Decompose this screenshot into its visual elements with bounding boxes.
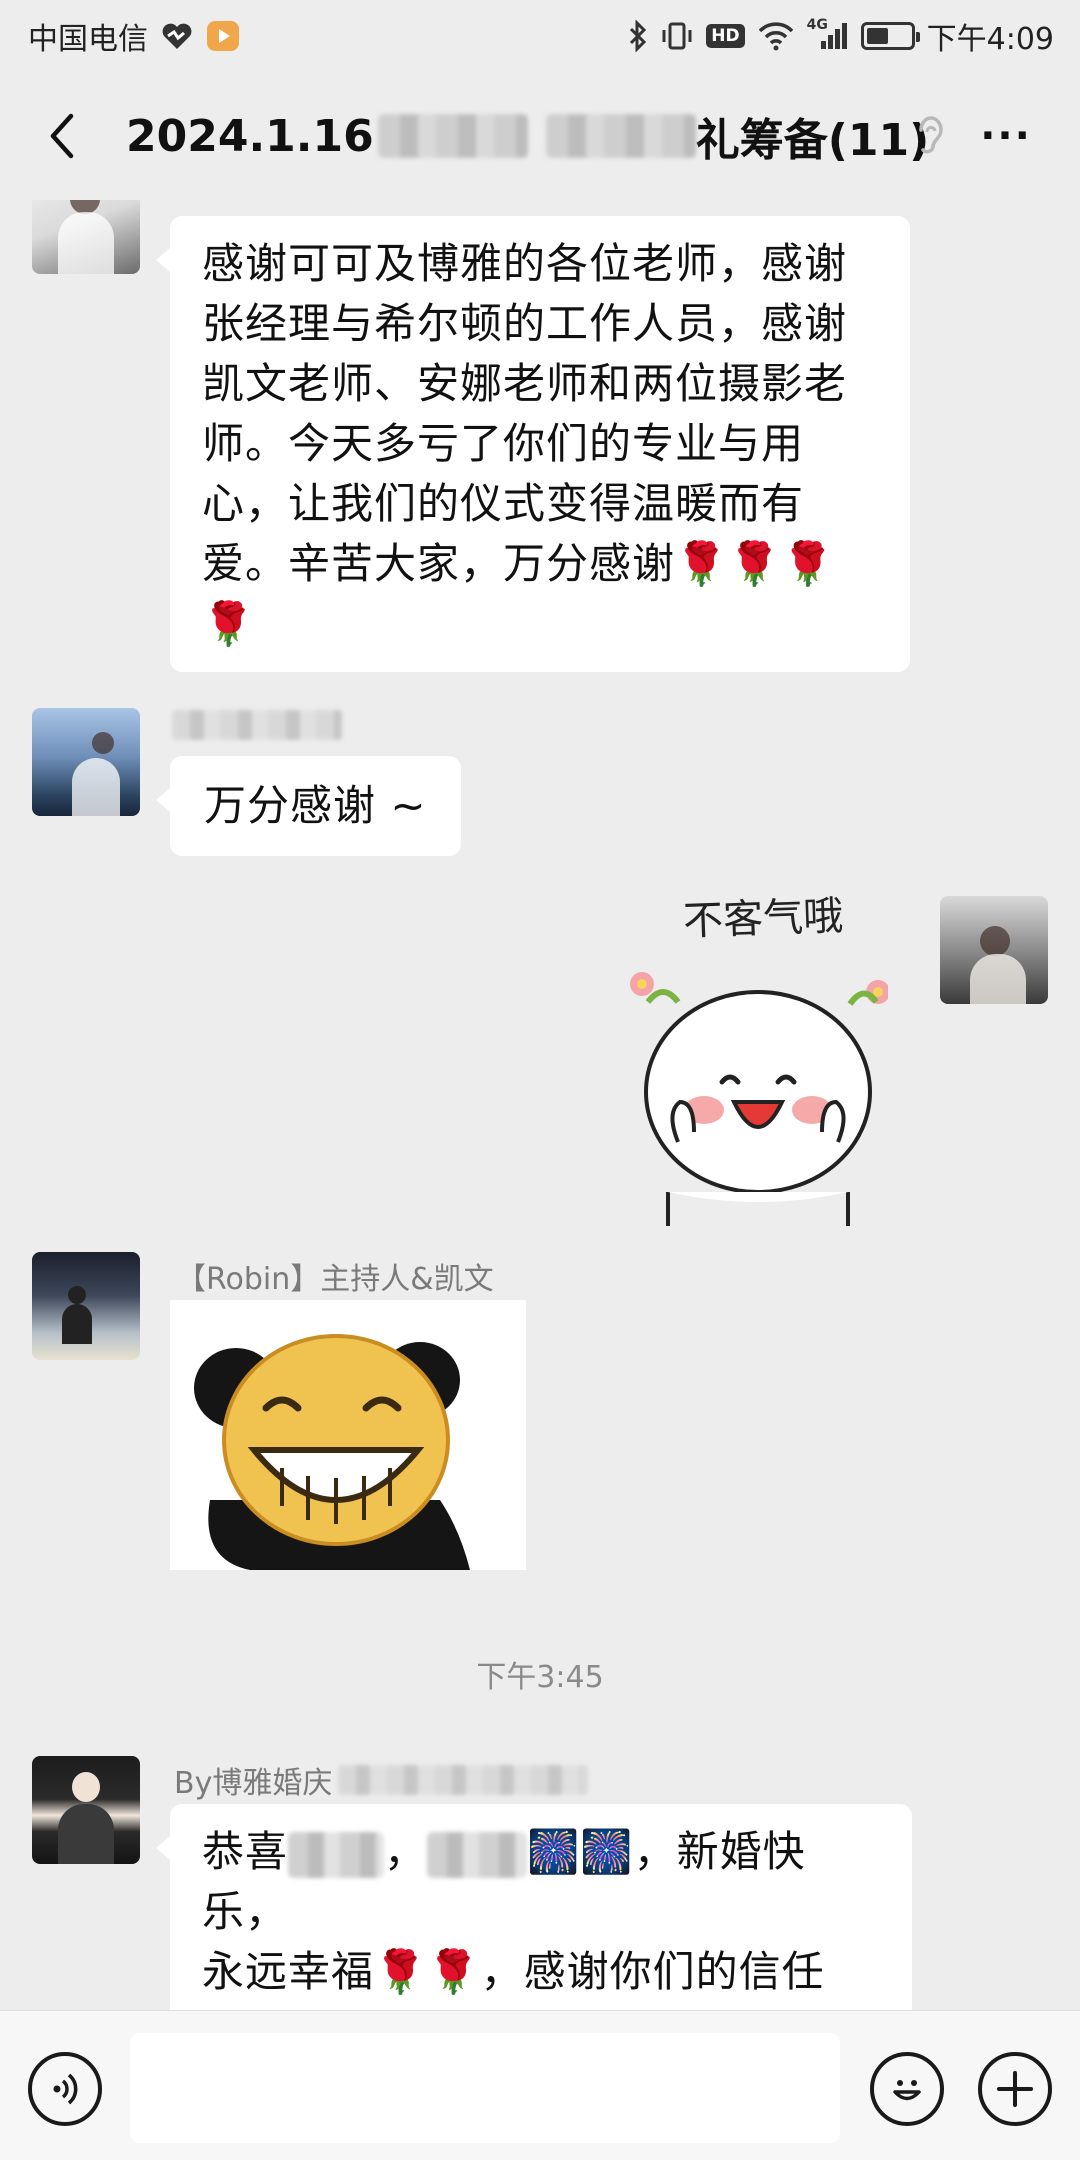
emoji-icon <box>893 2080 921 2101</box>
sticker-laughing-face[interactable] <box>170 1300 526 1570</box>
plus-icon <box>997 2071 1033 2107</box>
status-bar: 中国电信 HD 4G 下午4:09 <box>0 0 1080 72</box>
input-bar <box>0 2010 1080 2160</box>
wifi-icon <box>757 21 795 51</box>
emoji-button[interactable] <box>870 2052 944 2126</box>
message-bubble[interactable]: 恭喜，🎆🎆，新婚快乐， 永远幸福🌹🌹，感谢你们的信任 🙏🙏 <box>156 1804 912 2010</box>
avatar[interactable] <box>32 200 140 274</box>
message-bubble[interactable]: 万分感谢 ~ <box>156 756 461 856</box>
more-functions-button[interactable] <box>978 2052 1052 2126</box>
my-avatar[interactable] <box>940 896 1048 1004</box>
sender-name: By博雅婚庆 <box>174 1758 589 1802</box>
video-app-icon <box>206 20 240 52</box>
vibrate-icon <box>660 21 694 51</box>
redacted-sender-name <box>172 710 342 740</box>
battery-icon <box>860 22 920 50</box>
message-line: 恭喜， 🎆🎆，新婚快乐， <box>202 1827 806 1936</box>
avatar-figure-dress <box>58 212 114 274</box>
message-fragment: 恭喜 <box>202 1827 289 1876</box>
avatar-figure <box>68 1286 86 1304</box>
back-button[interactable] <box>30 104 94 168</box>
message-line: 凯文老师、安娜老师和两位摄影老 <box>202 359 848 408</box>
sticker-thank-you-welcome[interactable]: 不客气哦 <box>618 886 888 1226</box>
sender-name-text: By博雅婚庆 <box>174 1766 333 1801</box>
status-bar-right: HD 4G 下午4:09 <box>628 14 1054 58</box>
chat-title-prefix: 2024.1.16 <box>126 110 374 162</box>
message-line: 感谢可可及博雅的各位老师，感谢 <box>202 239 848 288</box>
clock: 下午4:09 <box>926 22 1054 57</box>
message-line: 张经理与希尔顿的工作人员，感谢 <box>202 299 848 348</box>
redacted-sender-name <box>338 1765 589 1795</box>
redacted-title-part <box>377 114 528 158</box>
message-line: 爱。辛苦大家，万分感谢🌹🌹🌹 <box>202 539 835 588</box>
laughing-face-icon <box>194 1334 471 1570</box>
chat-title-suffix: 礼筹备(11) <box>695 115 930 166</box>
avatar[interactable] <box>32 1756 140 1864</box>
avatar-figure <box>72 1772 100 1802</box>
battery-level <box>866 28 888 44</box>
more-options-button[interactable]: ··· <box>976 106 1036 166</box>
sender-name: 【Robin】主持人&凯文 <box>176 1254 494 1298</box>
network-type-label: 4G <box>806 17 828 33</box>
chat-title[interactable]: 2024.1.16 礼筹备(11) <box>126 104 929 168</box>
avatar-figure-dress <box>970 954 1026 1004</box>
redacted-name <box>427 1831 528 1878</box>
voice-input-button[interactable] <box>28 2052 102 2126</box>
earpiece-mode-button[interactable] <box>905 108 955 164</box>
avatar-figure <box>92 732 114 754</box>
sender-name <box>172 710 342 740</box>
message-input[interactable] <box>130 2033 840 2143</box>
avatar[interactable] <box>32 708 140 816</box>
message-line: 师。今天多亏了你们的专业与用 <box>202 419 805 468</box>
more-icon: ··· <box>980 113 1032 159</box>
hd-badge: HD <box>706 24 745 48</box>
message-text: 万分感谢 ~ <box>204 781 427 830</box>
sender-name-text: 【Robin】主持人&凯文 <box>176 1262 494 1297</box>
fireworks-emoji: 🎆🎆 <box>527 1827 634 1876</box>
avatar-figure <box>980 926 1010 956</box>
message-line: 🙏🙏 <box>202 2002 882 2010</box>
ear-icon <box>919 116 943 154</box>
cellular-signal-icon: 4G <box>807 17 849 51</box>
redacted-title-part <box>545 114 696 158</box>
heart-icon <box>160 21 194 51</box>
bluetooth-icon <box>628 20 648 52</box>
voice-icon <box>53 2073 78 2105</box>
smiling-bun-icon <box>630 972 888 1226</box>
redacted-name <box>288 1831 385 1878</box>
chevron-left-icon <box>50 113 74 159</box>
message-list[interactable]: 感谢可可及博雅的各位老师，感谢 张经理与希尔顿的工作人员，感谢 凯文老师、安娜老… <box>0 200 1080 2010</box>
message-bubble[interactable]: 感谢可可及博雅的各位老师，感谢 张经理与希尔顿的工作人员，感谢 凯文老师、安娜老… <box>156 216 910 672</box>
avatar-figure-suit <box>62 1304 92 1344</box>
avatar-figure-coat <box>58 1804 114 1864</box>
chat-header: 2024.1.16 礼筹备(11) ··· <box>0 72 1080 200</box>
message-line: 永远幸福🌹🌹，感谢你们的信任 <box>202 1947 825 1996</box>
message-timestamp: 下午3:45 <box>476 1660 604 1695</box>
avatar[interactable] <box>32 1252 140 1360</box>
message-line: 心，让我们的仪式变得温暖而有 <box>202 479 805 528</box>
status-bar-left: 中国电信 <box>28 14 240 58</box>
avatar-figure-dress <box>72 758 120 816</box>
carrier-label: 中国电信 <box>28 22 148 57</box>
sticker-caption: 不客气哦 <box>682 893 844 945</box>
message-line: 🌹 <box>202 599 256 648</box>
